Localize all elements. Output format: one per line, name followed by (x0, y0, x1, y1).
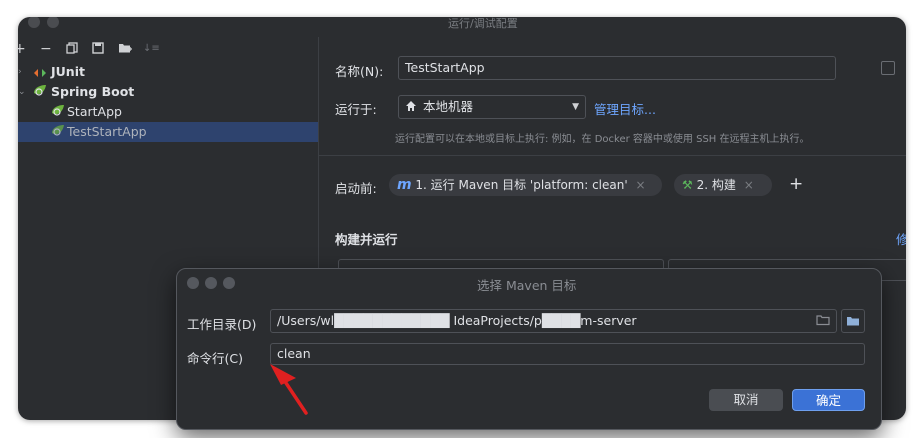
tree-item-label: StartApp (67, 104, 122, 119)
maven-task-chip[interactable]: m 1. 运行 Maven 目标 'platform: clean' × (389, 174, 662, 196)
close-dialog-button[interactable] (187, 277, 199, 289)
build-task-label: 2. 构建 (696, 178, 736, 192)
close-icon[interactable]: × (635, 178, 645, 192)
folder-icon[interactable] (816, 310, 830, 332)
tree-item-label: TestStartApp (67, 124, 147, 139)
run-on-hint: 运行配置可以在本地或目标上执行: 例如，在 Docker 容器中或使用 SSH … (395, 134, 810, 145)
before-launch-label: 启动前: (335, 181, 377, 196)
build-task-chip[interactable]: ⚒ 2. 构建 × (674, 174, 772, 196)
window-title: 运行/调试配置 (448, 17, 518, 30)
run-on-label: 运行于: (335, 102, 377, 117)
spring-boot-icon (50, 103, 66, 123)
build-run-heading: 构建并运行 (335, 232, 398, 247)
spring-boot-icon (50, 123, 66, 143)
run-on-value: 本地机器 (423, 99, 474, 114)
tree-item-label: Spring Boot (51, 84, 135, 99)
manage-targets-link[interactable]: 管理目标... (594, 99, 656, 118)
cmd-field[interactable]: clean (270, 343, 865, 365)
maven-icon: m (397, 177, 412, 193)
store-as-file-checkbox[interactable] (881, 61, 895, 75)
tree-item-spring-boot[interactable]: ⌄ Spring Boot (18, 82, 318, 102)
select-module-button[interactable] (841, 309, 865, 333)
modify-options-link[interactable]: 修 (896, 229, 906, 248)
home-icon (405, 96, 417, 118)
dialog-title: 选择 Maven 目标 (477, 278, 577, 293)
workdir-value: /Users/wl████████████ IdeaProjects/p████… (277, 313, 637, 328)
name-field[interactable]: TestStartApp (398, 56, 836, 80)
workdir-label: 工作目录(D) (187, 317, 257, 332)
close-window-button[interactable] (28, 17, 40, 28)
ok-button[interactable]: 确定 (792, 389, 865, 411)
chevron-right-icon: › (18, 67, 22, 77)
section-divider (319, 155, 906, 156)
run-on-select[interactable]: 本地机器 ▼ (398, 95, 586, 119)
tree-item-label: JUnit (51, 64, 85, 79)
close-icon[interactable]: × (744, 178, 754, 192)
maven-task-label: 1. 运行 Maven 目标 'platform: clean' (415, 178, 628, 192)
spring-boot-icon (32, 83, 48, 103)
add-task-button[interactable]: + (789, 174, 803, 194)
junit-icon (33, 62, 47, 82)
minimize-dialog-button[interactable] (205, 277, 217, 289)
workdir-field[interactable]: /Users/wl████████████ IdeaProjects/p████… (270, 309, 837, 333)
hammer-icon: ⚒ (682, 178, 693, 192)
tree-item-junit[interactable]: › JUnit (18, 62, 318, 82)
chevron-down-icon: ▼ (572, 102, 579, 112)
minimize-window-button[interactable] (47, 17, 59, 28)
zoom-dialog-button[interactable] (223, 277, 235, 289)
chevron-down-icon: ⌄ (18, 87, 26, 97)
name-label: 名称(N): (335, 64, 384, 79)
cancel-button[interactable]: 取消 (709, 389, 783, 411)
tree-item-test-start-app[interactable]: TestStartApp (18, 122, 318, 142)
title-bar: 运行/调试配置 (18, 17, 906, 37)
tree-item-start-app[interactable]: StartApp (18, 102, 318, 122)
select-maven-goal-dialog: 选择 Maven 目标 工作目录(D) /Users/wl███████████… (176, 268, 882, 430)
cmd-label: 命令行(C) (187, 351, 243, 366)
